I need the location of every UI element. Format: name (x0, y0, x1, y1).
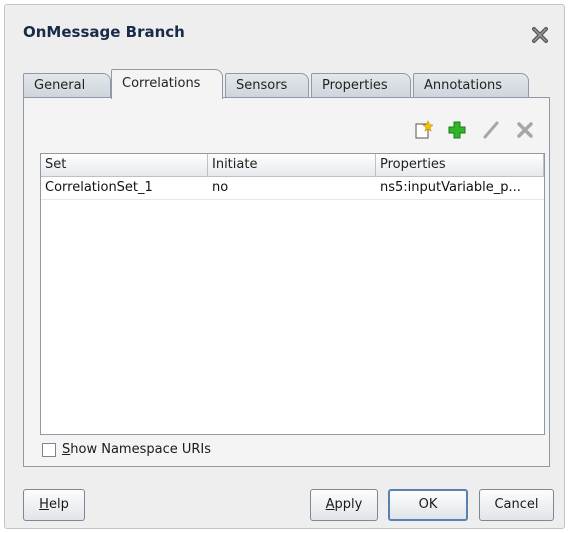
dialog-title: OnMessage Branch (23, 23, 185, 41)
apply-button[interactable]: Apply (310, 489, 378, 521)
tab-bar: General Correlations Sensors Properties … (23, 69, 543, 99)
tab-properties-label: Properties (322, 78, 388, 93)
column-header-properties[interactable]: Properties (376, 154, 544, 176)
column-header-set[interactable]: Set (41, 154, 208, 176)
tab-properties[interactable]: Properties (311, 73, 411, 97)
ok-button[interactable]: OK (388, 489, 468, 521)
table-header: Set Initiate Properties (41, 154, 544, 177)
mnemonic-a: A (325, 497, 335, 512)
add-icon[interactable] (445, 118, 469, 142)
correlations-panel: Set Initiate Properties CorrelationSet_1… (23, 97, 550, 467)
cancel-button[interactable]: Cancel (479, 489, 554, 521)
tab-correlations[interactable]: Correlations (111, 69, 223, 99)
cell-initiate: no (212, 180, 229, 195)
show-namespace-checkbox[interactable] (42, 442, 56, 457)
help-label-rest: elp (48, 497, 69, 512)
help-button[interactable]: Help (23, 489, 85, 521)
toolbar (411, 118, 537, 142)
tab-correlations-label: Correlations (122, 76, 201, 91)
column-header-initiate[interactable]: Initiate (208, 154, 376, 176)
cell-properties: ns5:inputVariable_p... (380, 180, 521, 195)
tab-general-label: General (34, 78, 86, 93)
cell-set: CorrelationSet_1 (45, 180, 153, 195)
tab-general[interactable]: General (23, 73, 111, 97)
show-namespace-label: Show Namespace URIs (62, 442, 211, 457)
tab-annotations-label: Annotations (424, 78, 503, 93)
tab-sensors[interactable]: Sensors (225, 73, 309, 97)
show-namespace-label-rest: how Namespace URIs (70, 442, 211, 457)
dialog: OnMessage Branch General Correlations Se… (4, 4, 565, 529)
apply-label-rest: pply (334, 497, 363, 512)
table-row[interactable]: CorrelationSet_1 no ns5:inputVariable_p.… (41, 177, 544, 200)
edit-icon[interactable] (479, 118, 503, 142)
close-icon[interactable] (530, 25, 550, 45)
correlations-table: Set Initiate Properties CorrelationSet_1… (40, 153, 545, 435)
new-document-icon[interactable] (411, 118, 435, 142)
show-namespace-option[interactable]: Show Namespace URIs (42, 442, 211, 457)
delete-icon[interactable] (513, 118, 537, 142)
tab-annotations[interactable]: Annotations (413, 73, 529, 97)
mnemonic-h: H (39, 497, 49, 512)
tab-sensors-label: Sensors (236, 78, 288, 93)
